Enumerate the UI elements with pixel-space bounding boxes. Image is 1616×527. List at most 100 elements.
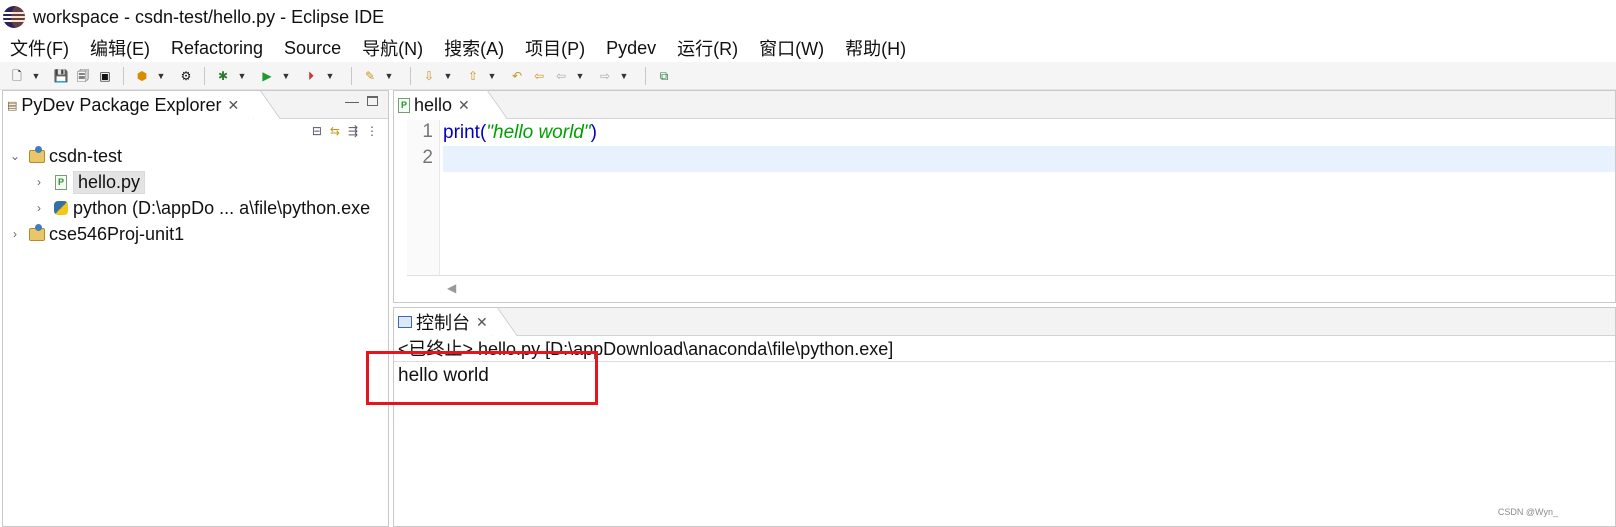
line-number: 1 — [422, 121, 433, 142]
python-file-icon: P — [53, 174, 69, 190]
previous-annotation-dropdown-icon[interactable]: ▼ — [486, 67, 498, 85]
python-file-icon: P — [398, 97, 410, 113]
menu-file[interactable]: 文件(F) — [10, 35, 69, 61]
code-area[interactable]: print("hello world") — [443, 120, 1615, 275]
menu-search[interactable]: 搜索(A) — [444, 35, 504, 61]
horizontal-scrollbar[interactable]: ◀ — [407, 275, 1615, 302]
tree-item-label: cse546Proj-unit1 — [49, 223, 185, 244]
menu-source[interactable]: Source — [284, 38, 341, 59]
tree-item-label: python (D:\appDo ... a\file\python.exe — [73, 197, 371, 218]
search-dropdown-icon[interactable]: ▼ — [383, 67, 395, 85]
scroll-left-icon[interactable]: ◀ — [447, 281, 456, 295]
tab-console[interactable]: 控制台 ✕ — [394, 308, 492, 336]
back-icon[interactable]: ⇦ — [530, 67, 548, 85]
console-tab-bar: 控制台 ✕ — [394, 308, 1615, 336]
toolbar-separator — [204, 66, 205, 85]
toolbar-separator — [351, 66, 352, 85]
chevron-right-icon[interactable]: › — [9, 227, 21, 241]
toolbar-separator — [645, 66, 646, 85]
package-explorer-icon: ▤ — [7, 99, 18, 112]
menu-pydev[interactable]: Pydev — [606, 38, 656, 59]
backward-icon[interactable]: ⇦ — [552, 67, 570, 85]
tab-hello[interactable]: P hello ✕ — [394, 91, 482, 119]
debug-dropdown-icon[interactable]: ▼ — [236, 67, 248, 85]
python-interpreter-icon — [53, 200, 69, 216]
menu-window[interactable]: 窗口(W) — [759, 35, 824, 61]
explorer-tab-bar: ▤ PyDev Package Explorer ✕ — — [3, 91, 388, 119]
menu-run[interactable]: 运行(R) — [677, 35, 738, 61]
menu-bar: 文件(F) 编辑(E) Refactoring Source 导航(N) 搜索(… — [0, 34, 1616, 62]
debug-icon[interactable]: ✱ — [214, 67, 232, 85]
tree-item-label: hello.py — [73, 170, 146, 194]
window-title: workspace - csdn-test/hello.py - Eclipse… — [33, 6, 385, 27]
console-pane: 控制台 ✕ <已终止> hello.py [D:\appDownload\ana… — [393, 307, 1616, 527]
collapse-all-icon[interactable]: ⊟ — [312, 124, 322, 138]
package-explorer-pane: ▤ PyDev Package Explorer ✕ — ⊟ ⇆ ⇶ ⋮ ⌄ c… — [2, 90, 389, 527]
external-tools-dropdown-icon[interactable]: ▼ — [324, 67, 336, 85]
tab-pydev-package-explorer[interactable]: ▤ PyDev Package Explorer ✕ — [3, 91, 253, 119]
next-annotation-icon[interactable]: ⇩ — [420, 67, 438, 85]
save-all-icon[interactable]: 🗐 — [74, 67, 92, 85]
run-icon[interactable]: ▶ — [258, 67, 276, 85]
new-icon[interactable]: 🗋 — [8, 67, 26, 85]
editor-tab-bar: P hello ✕ — [394, 91, 1615, 119]
new-project-dropdown-icon[interactable]: ▼ — [155, 67, 167, 85]
title-bar: workspace - csdn-test/hello.py - Eclipse… — [0, 0, 1616, 34]
close-icon[interactable]: ✕ — [228, 97, 240, 114]
line-number: 2 — [422, 147, 433, 168]
open-type-icon[interactable]: ⚙ — [177, 67, 195, 85]
forward-icon[interactable]: ⇨ — [596, 67, 614, 85]
view-menu-icon[interactable]: ⋮ — [366, 124, 378, 138]
last-edit-icon[interactable]: ↶ — [508, 67, 526, 85]
new-dropdown-icon[interactable]: ▼ — [30, 67, 42, 85]
forward-dropdown-icon[interactable]: ▼ — [618, 67, 630, 85]
toolbar-separator — [410, 66, 411, 85]
new-project-icon[interactable]: ⬢ — [133, 67, 151, 85]
python-project-icon — [29, 223, 45, 242]
console-output[interactable]: hello world — [398, 363, 489, 389]
code-editor[interactable]: 1 2 print("hello world") — [407, 120, 1615, 275]
tree-item-hello-py[interactable]: › P hello.py — [3, 169, 388, 195]
minimize-icon[interactable]: — — [345, 93, 359, 109]
filters-icon[interactable]: ⇶ — [348, 124, 358, 138]
tree-item-csdn-test[interactable]: ⌄ csdn-test — [3, 143, 388, 169]
toolbar-separator — [123, 66, 124, 85]
code-string: "hello world" — [486, 122, 591, 143]
project-tree: ⌄ csdn-test › P hello.py › python (D:\ap… — [3, 143, 388, 247]
save-icon[interactable]: 💾 — [52, 67, 70, 85]
link-with-editor-icon[interactable]: ⇆ — [330, 124, 340, 138]
external-tools-icon[interactable]: ⏵ — [302, 67, 320, 85]
tree-item-python-interpreter[interactable]: › python (D:\appDo ... a\file\python.exe — [3, 195, 388, 221]
explorer-title: PyDev Package Explorer — [21, 94, 222, 115]
main-toolbar: 🗋 ▼ 💾 🗐 ▣ ⬢ ▼ ⚙ ✱ ▼ ▶ ▼ ⏵ ▼ ✎ ▼ ⇩ ▼ ⇧ ▼ ↶ ⇦ ⇦ ▼ ⇨… — [0, 62, 1616, 90]
console-status: <已终止> hello.py [D:\appDownload\anaconda\… — [394, 337, 1615, 362]
run-dropdown-icon[interactable]: ▼ — [280, 67, 292, 85]
code-line-current[interactable] — [443, 146, 1615, 172]
console-view-icon[interactable]: ▣ — [96, 67, 114, 85]
console-icon — [398, 316, 412, 328]
menu-edit[interactable]: 编辑(E) — [90, 35, 150, 61]
chevron-right-icon[interactable]: › — [33, 175, 45, 189]
maximize-icon[interactable] — [367, 96, 378, 106]
next-annotation-dropdown-icon[interactable]: ▼ — [442, 67, 454, 85]
tree-item-cse546proj-unit1[interactable]: › cse546Proj-unit1 — [3, 221, 388, 247]
eclipse-logo-icon — [3, 6, 25, 28]
previous-annotation-icon[interactable]: ⇧ — [464, 67, 482, 85]
menu-navigate[interactable]: 导航(N) — [362, 35, 423, 61]
backward-dropdown-icon[interactable]: ▼ — [574, 67, 586, 85]
open-search-icon[interactable]: ✎ — [361, 67, 379, 85]
close-icon[interactable]: ✕ — [458, 97, 470, 114]
close-icon[interactable]: ✕ — [476, 314, 488, 331]
open-perspective-icon[interactable]: ⧉ — [655, 67, 673, 85]
watermark: CSDN @Wyn_ — [1497, 507, 1558, 517]
menu-refactoring[interactable]: Refactoring — [171, 38, 263, 59]
menu-project[interactable]: 项目(P) — [525, 35, 585, 61]
menu-help[interactable]: 帮助(H) — [845, 35, 906, 61]
console-tab-label: 控制台 — [416, 313, 470, 333]
chevron-down-icon[interactable]: ⌄ — [9, 149, 21, 163]
code-paren: ) — [590, 122, 597, 143]
code-line[interactable]: print("hello world") — [443, 120, 1615, 146]
explorer-view-toolbar: ⊟ ⇆ ⇶ ⋮ — [3, 119, 388, 143]
editor-tab-label: hello — [414, 94, 453, 115]
chevron-right-icon[interactable]: › — [33, 201, 45, 215]
